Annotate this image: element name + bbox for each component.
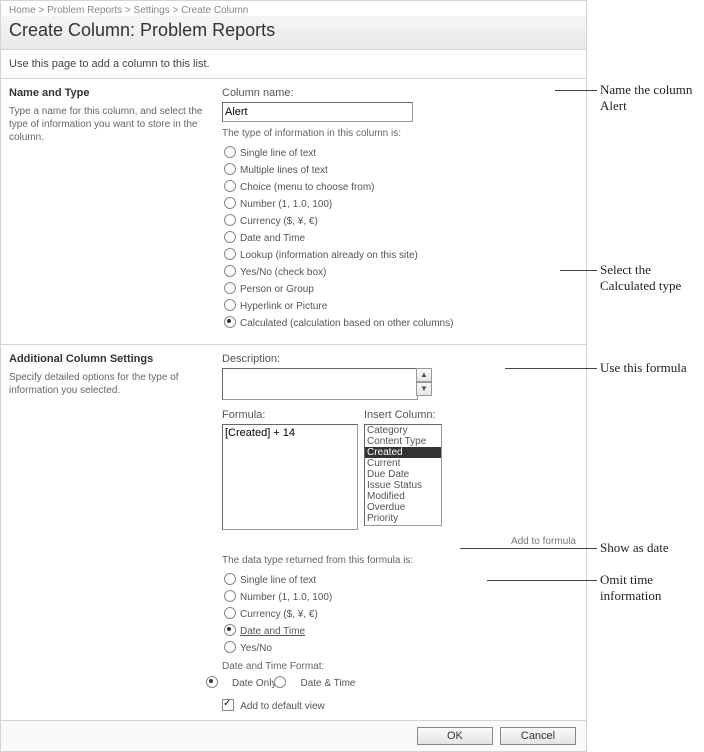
default-view-checkbox[interactable] xyxy=(222,699,234,711)
radio-icon xyxy=(274,676,286,688)
returned-type-label: The data type returned from this formula… xyxy=(222,555,576,566)
breadcrumb-current: Create Column xyxy=(181,5,248,16)
spin-up-icon[interactable]: ▲ xyxy=(416,368,432,382)
insert-column-item[interactable]: Priority xyxy=(365,513,441,524)
section-heading-name-type: Name and Type xyxy=(9,87,204,99)
section-heading-additional: Additional Column Settings xyxy=(9,353,204,365)
breadcrumb-settings[interactable]: Settings xyxy=(134,5,170,16)
insert-column-item[interactable]: Title xyxy=(365,524,441,526)
breadcrumb-home[interactable]: Home xyxy=(9,5,36,16)
breadcrumb-problem-reports[interactable]: Problem Reports xyxy=(47,5,122,16)
column-type-radio[interactable]: Person or Group xyxy=(222,279,576,296)
insert-column-list[interactable]: CategoryContent TypeCreatedCurrentDue Da… xyxy=(364,424,442,526)
spin-down-icon[interactable]: ▼ xyxy=(416,382,432,396)
insert-column-item[interactable]: Issue Status xyxy=(365,480,441,491)
annotation-select-calculated: Select the Calculated type xyxy=(600,262,704,294)
radio-icon xyxy=(224,299,236,311)
dt-format-label: Date and Time Format: xyxy=(222,661,576,672)
radio-icon xyxy=(224,641,236,653)
insert-column-item[interactable]: Current xyxy=(365,458,441,469)
insert-column-item[interactable]: Overdue xyxy=(365,502,441,513)
breadcrumb: Home > Problem Reports > Settings > Crea… xyxy=(1,1,586,16)
radio-icon xyxy=(224,316,236,328)
section-desc-additional: Specify detailed options for the type of… xyxy=(9,371,204,397)
annotation-show-as-date: Show as date xyxy=(600,540,669,556)
radio-icon xyxy=(224,180,236,192)
description-input[interactable] xyxy=(222,368,418,400)
column-type-radio[interactable]: Number (1, 1.0, 100) xyxy=(222,194,576,211)
column-type-radio[interactable]: Yes/No (check box) xyxy=(222,262,576,279)
dt-format-radio[interactable]: Date Only xyxy=(222,674,276,689)
insert-column-item[interactable]: Created xyxy=(365,447,441,458)
page-title: Create Column: Problem Reports xyxy=(9,20,578,41)
dt-format-radio[interactable]: Date & Time xyxy=(290,674,355,689)
insert-column-label: Insert Column: xyxy=(364,409,440,421)
radio-icon xyxy=(206,676,218,688)
returned-type-radio[interactable]: Single line of text xyxy=(222,570,576,587)
radio-icon xyxy=(224,197,236,209)
insert-column-item[interactable]: Category xyxy=(365,425,441,436)
ok-button[interactable]: OK xyxy=(417,727,493,745)
returned-type-radio[interactable]: Number (1, 1.0, 100) xyxy=(222,587,576,604)
column-type-radio[interactable]: Single line of text xyxy=(222,143,576,160)
column-type-radio[interactable]: Hyperlink or Picture xyxy=(222,296,576,313)
cancel-button[interactable]: Cancel xyxy=(500,727,576,745)
column-name-input[interactable] xyxy=(222,102,413,122)
annotation-formula: Use this formula xyxy=(600,360,687,376)
insert-column-item[interactable]: Content Type xyxy=(365,436,441,447)
radio-icon xyxy=(224,248,236,260)
radio-icon xyxy=(224,163,236,175)
formula-label: Formula: xyxy=(222,409,358,421)
returned-type-radio[interactable]: Currency ($, ¥, €) xyxy=(222,604,576,621)
column-type-radio[interactable]: Multiple lines of text xyxy=(222,160,576,177)
returned-type-radio[interactable]: Date and Time xyxy=(222,621,576,638)
column-type-radio[interactable]: Lookup (information already on this site… xyxy=(222,245,576,262)
intro-text: Use this page to add a column to this li… xyxy=(1,50,586,78)
section-desc-name-type: Type a name for this column, and select … xyxy=(9,105,204,144)
returned-type-radio[interactable]: Yes/No xyxy=(222,638,576,655)
radio-icon xyxy=(224,146,236,158)
radio-icon xyxy=(224,265,236,277)
default-view-label: Add to default view xyxy=(240,701,325,712)
type-info-label: The type of information in this column i… xyxy=(222,128,576,139)
radio-icon xyxy=(224,573,236,585)
annotation-name-column: Name the column Alert xyxy=(600,82,704,114)
annotation-omit-time: Omit time information xyxy=(600,572,704,604)
radio-icon xyxy=(224,624,236,636)
formula-input[interactable]: [Created] + 14 xyxy=(222,424,358,530)
column-type-radio[interactable]: Currency ($, ¥, €) xyxy=(222,211,576,228)
add-to-formula-link[interactable]: Add to formula xyxy=(222,536,576,547)
radio-icon xyxy=(224,231,236,243)
radio-icon xyxy=(224,214,236,226)
column-type-radio[interactable]: Date and Time xyxy=(222,228,576,245)
description-label: Description: xyxy=(222,353,576,365)
radio-icon xyxy=(224,590,236,602)
column-type-radio[interactable]: Calculated (calculation based on other c… xyxy=(222,313,576,330)
radio-icon xyxy=(224,607,236,619)
radio-icon xyxy=(224,282,236,294)
insert-column-item[interactable]: Due Date xyxy=(365,469,441,480)
column-name-label: Column name: xyxy=(222,87,576,99)
insert-column-item[interactable]: Modified xyxy=(365,491,441,502)
column-type-radio[interactable]: Choice (menu to choose from) xyxy=(222,177,576,194)
